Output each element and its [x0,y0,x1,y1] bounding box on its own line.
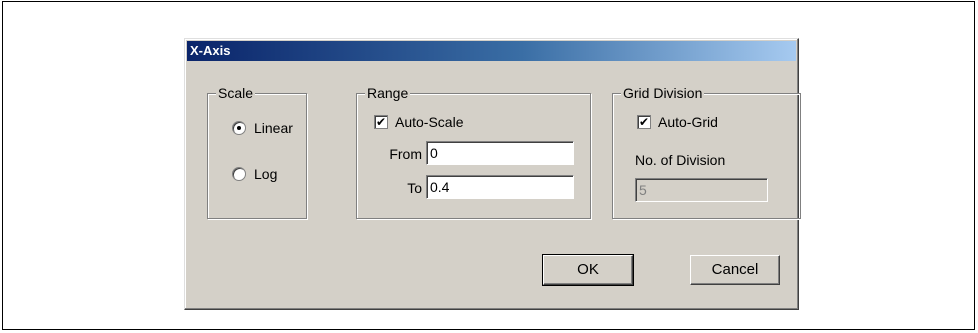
radio-linear-label: Linear [254,120,293,136]
radio-log[interactable]: Log [232,166,277,182]
autogrid-checkbox[interactable]: ✔ Auto-Grid [637,114,718,130]
from-label: From [389,146,422,162]
radio-linear-button[interactable] [232,121,246,135]
divisions-input: 5 [635,178,768,202]
radio-linear[interactable]: Linear [232,120,293,136]
scale-group: Scale Linear Log [207,85,307,219]
x-axis-dialog: X-Axis Scale Linear Log Range ✔ Auto-Sca… [184,38,801,310]
divisions-label: No. of Division [635,152,726,168]
ok-button[interactable]: OK [542,254,634,286]
autogrid-check-icon[interactable]: ✔ [637,115,651,129]
to-input[interactable]: 0.4 [426,175,574,199]
cancel-button[interactable]: Cancel [690,255,780,285]
screen-frame: X-Axis Scale Linear Log Range ✔ Auto-Sca… [2,1,975,330]
autoscale-checkbox[interactable]: ✔ Auto-Scale [374,114,463,130]
from-input[interactable]: 0 [426,141,574,165]
range-group-title: Range [365,85,411,101]
autoscale-check-icon[interactable]: ✔ [374,115,388,129]
radio-log-label: Log [254,166,278,182]
autogrid-label: Auto-Grid [658,114,718,130]
to-label: To [407,180,422,196]
autoscale-label: Auto-Scale [395,114,464,130]
scale-group-title: Scale [216,85,256,101]
grid-division-group-title: Grid Division [621,85,705,101]
grid-division-group: Grid Division ✔ Auto-Grid No. of Divisio… [612,85,801,219]
range-group: Range ✔ Auto-Scale From 0 To 0.4 [356,85,591,219]
dialog-title: X-Axis [187,41,796,61]
radio-log-button[interactable] [232,167,246,181]
